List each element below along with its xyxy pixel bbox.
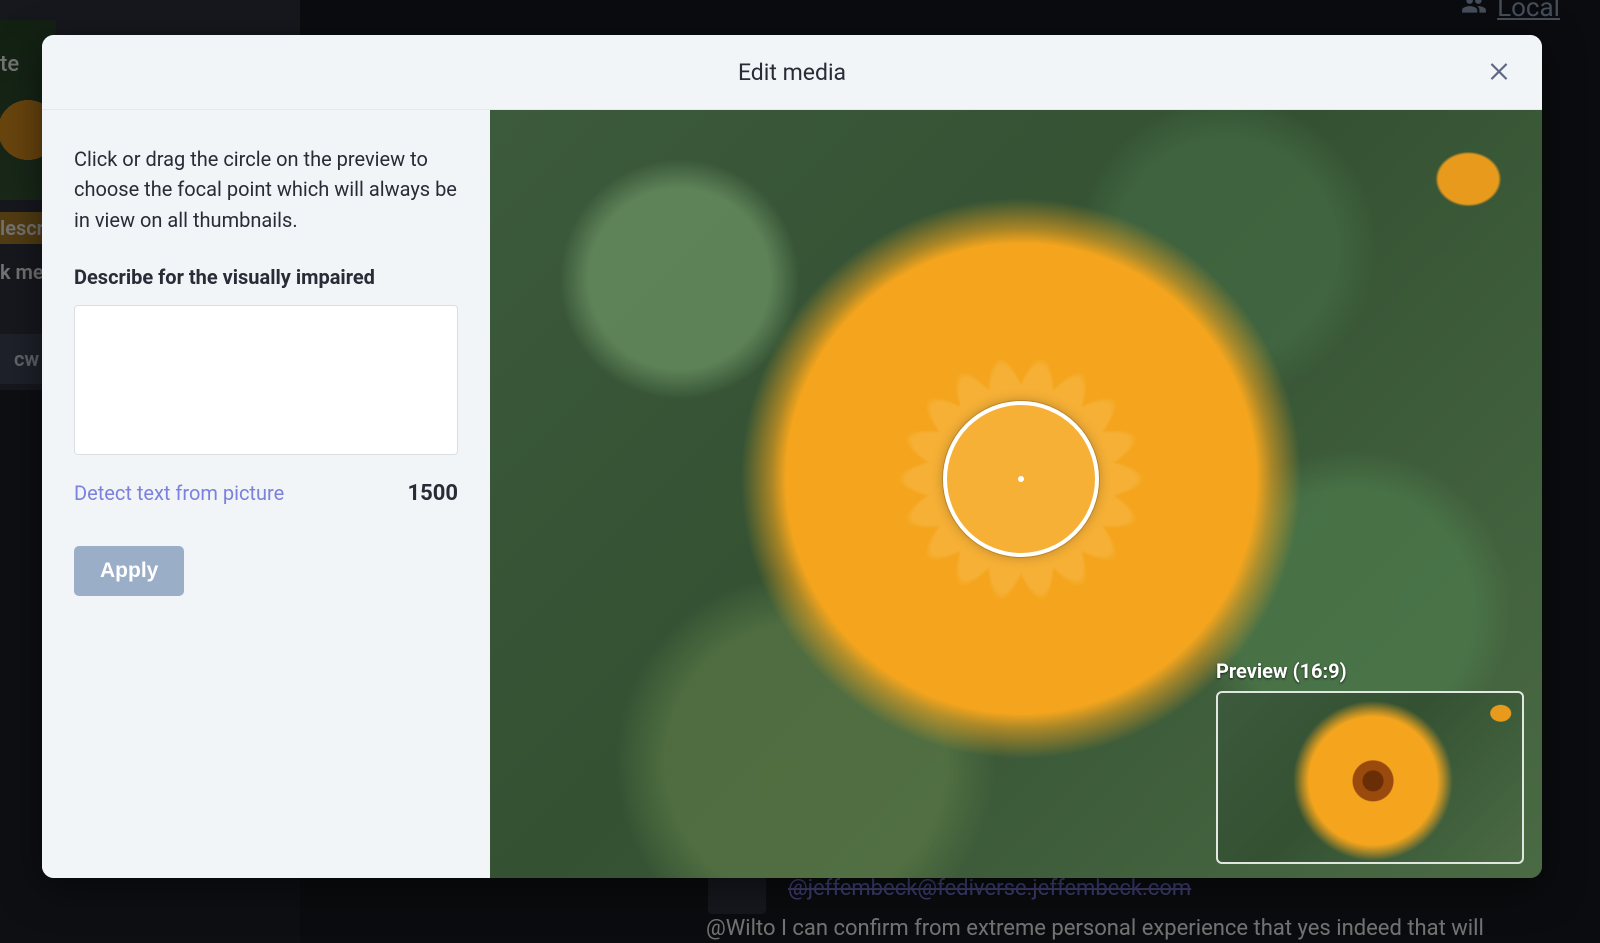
edit-media-modal: Edit media Click or drag the circle on t… xyxy=(42,35,1542,878)
apply-button[interactable]: Apply xyxy=(74,546,184,596)
thumbnail-preview: Preview (16:9) xyxy=(1216,659,1524,864)
edit-media-form: Click or drag the circle on the preview … xyxy=(42,110,490,878)
alt-text-input[interactable] xyxy=(74,305,458,455)
modal-header: Edit media xyxy=(42,35,1542,110)
char-count: 1500 xyxy=(408,481,459,506)
media-preview-area[interactable]: Preview (16:9) xyxy=(490,110,1542,878)
thumbnail-preview-image xyxy=(1216,691,1524,864)
alt-text-label: Describe for the visually impaired xyxy=(74,265,458,289)
modal-body: Click or drag the circle on the preview … xyxy=(42,110,1542,878)
focal-point-center xyxy=(1018,476,1024,482)
modal-title: Edit media xyxy=(738,59,846,86)
thumbnail-preview-label: Preview (16:9) xyxy=(1216,659,1524,683)
focal-point-instructions: Click or drag the circle on the preview … xyxy=(74,144,458,235)
close-icon xyxy=(1486,57,1516,83)
close-button[interactable] xyxy=(1486,57,1516,87)
detect-text-link[interactable]: Detect text from picture xyxy=(74,481,284,505)
